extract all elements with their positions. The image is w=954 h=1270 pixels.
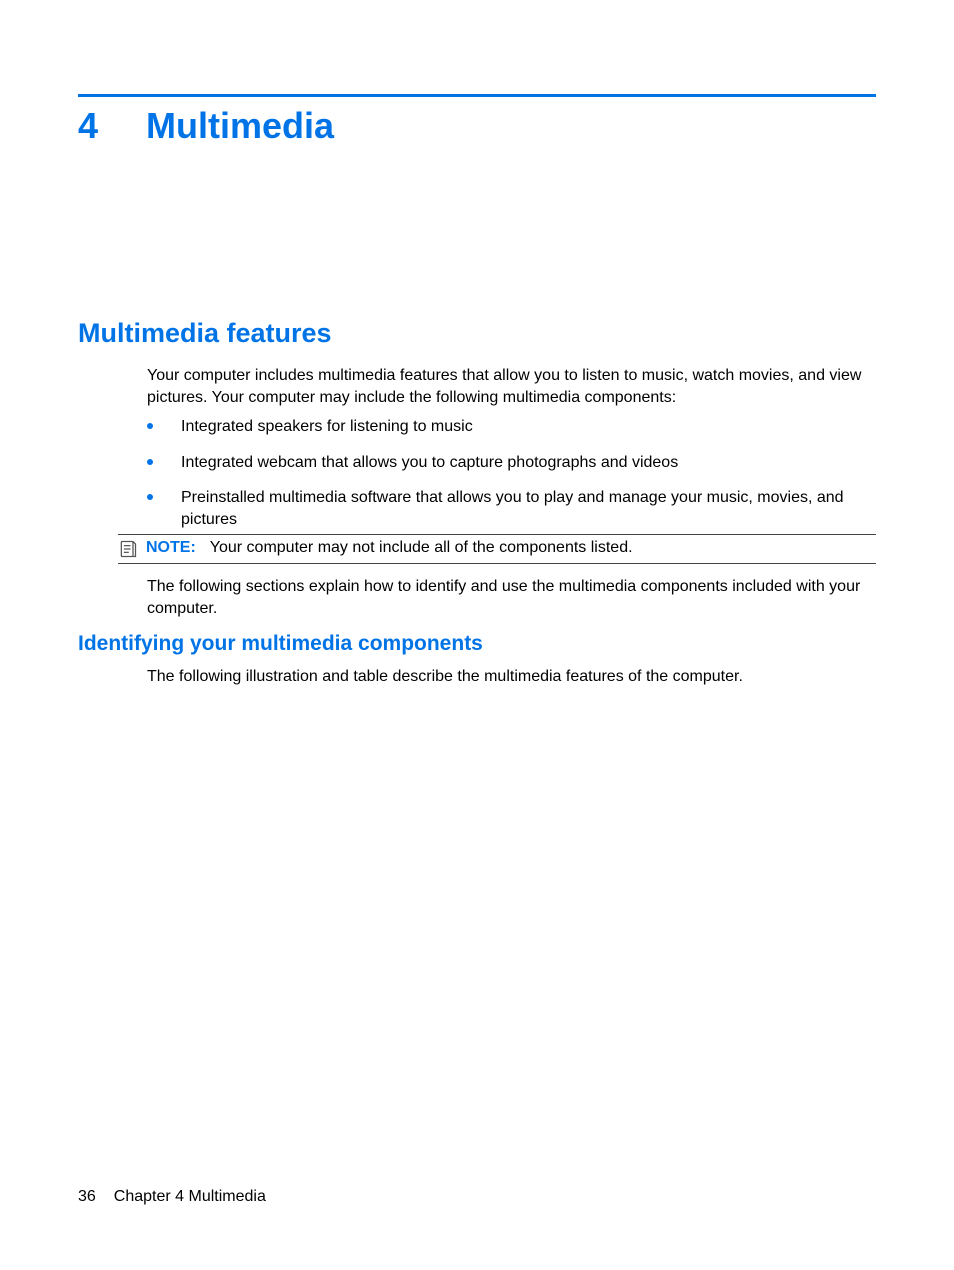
document-page: 4 Multimedia Multimedia features Your co…	[0, 0, 954, 1270]
chapter-rule	[78, 94, 876, 97]
list-item: Integrated speakers for listening to mus…	[147, 416, 876, 438]
bullet-icon	[147, 494, 153, 500]
subsection-heading: Identifying your multimedia components	[78, 632, 483, 656]
bullet-list: Integrated speakers for listening to mus…	[147, 416, 876, 544]
bullet-icon	[147, 423, 153, 429]
bullet-icon	[147, 459, 153, 465]
page-number: 36	[78, 1188, 96, 1206]
chapter-number: 4	[78, 105, 98, 147]
bullet-text: Integrated speakers for listening to mus…	[181, 416, 473, 438]
chapter-heading: 4 Multimedia	[78, 105, 334, 147]
note-text: Your computer may not include all of the…	[210, 539, 633, 557]
footer-chapter-label: Chapter 4 Multimedia	[114, 1188, 266, 1206]
subsection-body: The following illustration and table des…	[147, 668, 876, 686]
note-label: NOTE:	[146, 539, 196, 557]
note-icon	[118, 539, 140, 559]
chapter-title: Multimedia	[146, 105, 334, 147]
bullet-text: Integrated webcam that allows you to cap…	[181, 452, 678, 474]
list-item: Integrated webcam that allows you to cap…	[147, 452, 876, 474]
page-footer: 36 Chapter 4 Multimedia	[78, 1188, 266, 1206]
section-follow-text: The following sections explain how to id…	[147, 576, 876, 619]
note-callout: NOTE: Your computer may not include all …	[118, 534, 876, 564]
section-intro: Your computer includes multimedia featur…	[147, 365, 876, 408]
bullet-text: Preinstalled multimedia software that al…	[181, 487, 876, 530]
section-heading: Multimedia features	[78, 318, 332, 349]
list-item: Preinstalled multimedia software that al…	[147, 487, 876, 530]
